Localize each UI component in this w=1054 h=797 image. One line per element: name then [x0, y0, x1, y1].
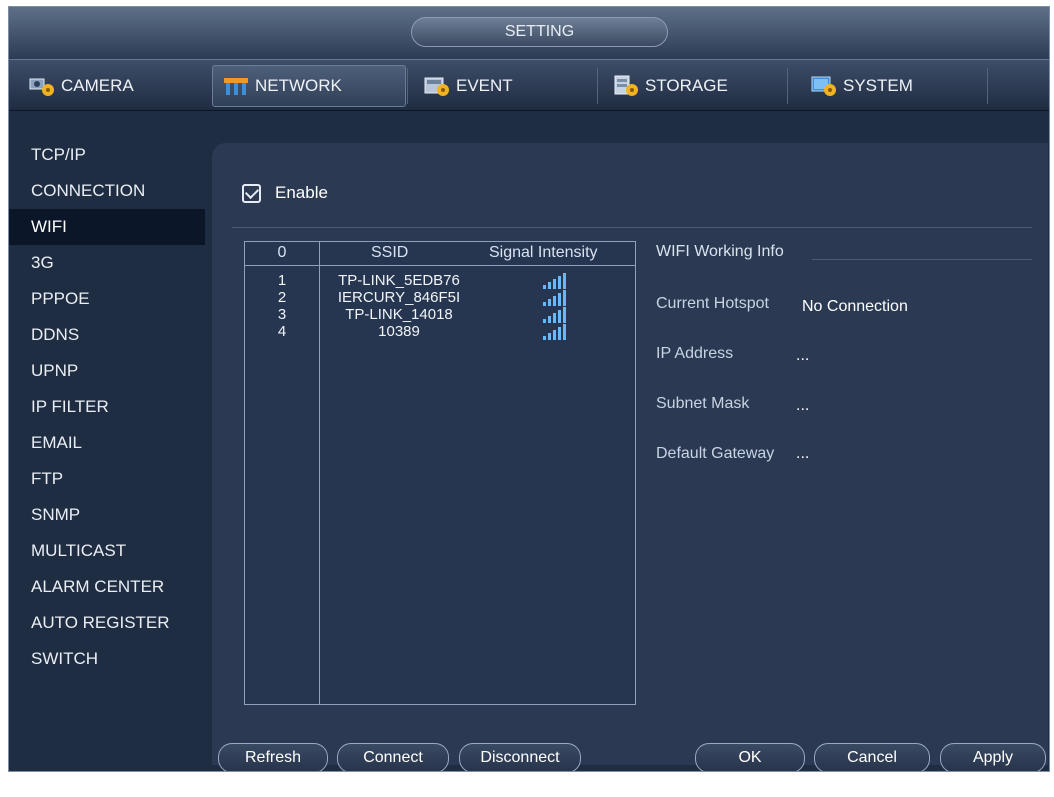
sidebar-item-upnp[interactable]: UPNP	[9, 353, 205, 389]
row-ssid: TP-LINK_14018	[345, 306, 453, 323]
tab-event[interactable]: EVENT	[414, 65, 594, 107]
wifi-settings-panel: Enable 0 SSID Signal Intensity 1 TP-LINK…	[212, 143, 1048, 771]
sidebar-item-tcpip[interactable]: TCP/IP	[9, 137, 205, 173]
sidebar-item-snmp[interactable]: SNMP	[9, 497, 205, 533]
default-gateway-label: Default Gateway	[656, 445, 775, 462]
tab-network[interactable]: NETWORK	[212, 65, 406, 107]
current-hotspot-value: No Connection	[802, 298, 908, 315]
row-index: 3	[277, 306, 287, 323]
tab-divider	[787, 68, 788, 104]
signal-strength-icon	[543, 307, 571, 323]
subnet-mask-value: ...	[796, 397, 810, 414]
network-icon	[223, 75, 249, 97]
row-ssid: IERCURY_846F5I	[337, 289, 461, 306]
sidebar-item-ftp[interactable]: FTP	[9, 461, 205, 497]
tab-divider	[597, 68, 598, 104]
row-index: 2	[277, 289, 287, 306]
sidebar-item-ddns[interactable]: DDNS	[9, 317, 205, 353]
table-row[interactable]: 1 TP-LINK_5EDB76	[245, 272, 635, 289]
tab-system[interactable]: SYSTEM	[801, 65, 981, 107]
table-row[interactable]: 3 TP-LINK_14018	[245, 306, 635, 323]
row-ssid: TP-LINK_5EDB76	[338, 272, 460, 289]
tab-camera-label: CAMERA	[61, 76, 134, 95]
network-sidebar: TCP/IP CONNECTION WIFI 3G PPPOE DDNS UPN…	[9, 137, 205, 677]
storage-icon	[613, 75, 639, 97]
default-gateway-value: ...	[796, 445, 810, 462]
tab-event-label: EVENT	[456, 76, 513, 95]
enable-checkbox[interactable]	[242, 183, 261, 203]
sidebar-item-email[interactable]: EMAIL	[9, 425, 205, 461]
tab-camera[interactable]: CAMERA	[19, 65, 209, 107]
table-row[interactable]: 4 10389	[245, 323, 635, 340]
column-header-signal[interactable]: Signal Intensity	[489, 244, 598, 262]
tab-divider	[407, 68, 408, 104]
table-header: 0 SSID Signal Intensity	[245, 242, 635, 266]
tab-system-label: SYSTEM	[843, 76, 913, 95]
row-index: 4	[277, 323, 287, 340]
sidebar-item-wifi[interactable]: WIFI	[9, 209, 205, 245]
ok-button[interactable]: OK	[695, 743, 805, 771]
info-divider	[812, 259, 1032, 260]
table-row[interactable]: 2 IERCURY_846F5I	[245, 289, 635, 306]
enable-row: Enable	[242, 183, 328, 203]
system-icon	[811, 75, 837, 97]
main-tabs: CAMERA NETWORK EVENT STORAGE SYSTEM	[9, 59, 1049, 111]
tab-divider	[987, 68, 988, 104]
tab-network-label: NETWORK	[255, 76, 342, 95]
tab-storage[interactable]: STORAGE	[603, 65, 783, 107]
sidebar-item-pppoe[interactable]: PPPOE	[9, 281, 205, 317]
settings-window: SETTING CAMERA NETWORK EVENT STORAGE SYS…	[8, 6, 1050, 772]
apply-button[interactable]: Apply	[940, 743, 1046, 771]
sidebar-item-connection[interactable]: CONNECTION	[9, 173, 205, 209]
ip-address-value: ...	[796, 347, 810, 364]
sidebar-item-auto-register[interactable]: AUTO REGISTER	[9, 605, 205, 641]
enable-label: Enable	[275, 183, 328, 202]
refresh-button[interactable]: Refresh	[218, 743, 328, 771]
wifi-working-info-title: WIFI Working Info	[656, 243, 784, 260]
signal-strength-icon	[543, 324, 571, 340]
divider	[232, 227, 1032, 228]
sidebar-item-alarm-center[interactable]: ALARM CENTER	[9, 569, 205, 605]
window-title: SETTING	[411, 17, 668, 47]
wifi-network-table: 0 SSID Signal Intensity 1 TP-LINK_5EDB76…	[244, 241, 636, 705]
title-bar: SETTING	[9, 7, 1049, 59]
signal-strength-icon	[543, 273, 571, 289]
signal-strength-icon	[543, 290, 571, 306]
column-header-index[interactable]: 0	[245, 244, 319, 262]
cancel-button[interactable]: Cancel	[814, 743, 930, 771]
sidebar-item-3g[interactable]: 3G	[9, 245, 205, 281]
sidebar-item-ip-filter[interactable]: IP FILTER	[9, 389, 205, 425]
table-body: 1 TP-LINK_5EDB76 2 IERCURY_846F5I 3 TP-L…	[245, 272, 635, 340]
row-ssid: 10389	[378, 323, 420, 340]
event-icon	[424, 75, 450, 97]
tab-storage-label: STORAGE	[645, 76, 728, 95]
disconnect-button[interactable]: Disconnect	[459, 743, 581, 771]
camera-settings-icon	[29, 75, 55, 97]
row-index: 1	[277, 272, 287, 289]
ip-address-label: IP Address	[656, 345, 734, 362]
current-hotspot-label: Current Hotspot	[656, 295, 769, 312]
sidebar-item-multicast[interactable]: MULTICAST	[9, 533, 205, 569]
column-header-ssid[interactable]: SSID	[371, 244, 408, 262]
subnet-mask-label: Subnet Mask	[656, 395, 750, 412]
sidebar-item-switch[interactable]: SWITCH	[9, 641, 205, 677]
connect-button[interactable]: Connect	[337, 743, 449, 771]
